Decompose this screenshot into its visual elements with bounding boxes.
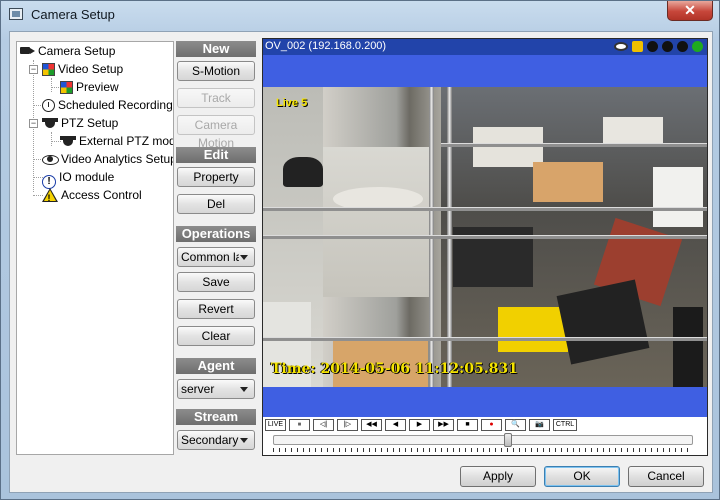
live-button[interactable]: LIVE xyxy=(265,419,286,431)
tree-line xyxy=(51,132,52,146)
tree-item-ptz-setup[interactable]: PTZ Setup xyxy=(42,114,118,132)
status-dot-3 xyxy=(676,41,688,52)
playback-controls: LIVE ⏸ ◁| |▷ ◀◀ ◀ ▶ ▶▶ ■ ● 🔍 📷 CTRL xyxy=(263,417,707,455)
step-forward-icon[interactable]: |▷ xyxy=(337,419,358,431)
box-shape xyxy=(653,167,703,227)
shelf-bar xyxy=(263,337,707,341)
tree-expander-ptz-setup[interactable]: − xyxy=(29,119,38,128)
tree-item-video-setup[interactable]: Video Setup xyxy=(42,60,123,78)
clock-icon xyxy=(42,99,55,112)
stream-dropdown[interactable]: Secondary xyxy=(177,430,255,450)
s-motion-button[interactable]: S-Motion xyxy=(177,61,255,81)
shelf-bar xyxy=(263,235,707,239)
box-shape xyxy=(473,127,543,167)
status-dot-online xyxy=(692,41,703,52)
camera-feed-image xyxy=(263,87,707,387)
chevron-down-icon xyxy=(240,438,248,443)
camera-setup-window: Camera Setup ✕ − − Camera Setup Video Se… xyxy=(0,0,720,500)
apply-button[interactable]: Apply xyxy=(460,466,536,487)
shelf-bar xyxy=(441,143,707,147)
chevron-down-icon xyxy=(240,387,248,392)
action-panel: New S-Motion Track Camera Motion Edit Pr… xyxy=(176,41,258,455)
close-button[interactable]: ✕ xyxy=(667,1,713,21)
dome-camera-shape xyxy=(283,157,323,187)
tree-item-io-module[interactable]: ! IO module xyxy=(42,168,114,189)
ptz-camera-icon xyxy=(60,134,76,148)
ok-button[interactable]: OK xyxy=(544,466,620,487)
cardboard-box-shape xyxy=(533,162,603,202)
tree-item-scheduled-recording[interactable]: Scheduled Recording xyxy=(42,96,173,114)
camera-name: OV_002 (192.168.0.200) xyxy=(265,40,387,52)
layout-dropdown[interactable]: Common lay xyxy=(177,247,255,267)
ctrl-button[interactable]: CTRL xyxy=(553,419,577,431)
status-dot-2 xyxy=(661,41,673,52)
status-dot-1 xyxy=(646,41,658,52)
timestamp-overlay-text: Time: 2014-05-06 11:12:05.831 xyxy=(271,361,518,377)
preview-icon xyxy=(60,81,73,94)
camera-motion-button[interactable]: Camera Motion xyxy=(177,115,255,150)
slider-ticks xyxy=(273,448,693,452)
pause-icon[interactable]: ⏸ xyxy=(289,419,310,431)
speaker-muted-icon[interactable] xyxy=(631,41,643,52)
box-shape xyxy=(673,307,703,387)
snapshot-icon[interactable]: 📷 xyxy=(529,419,550,431)
layout-dropdown-value: Common lay xyxy=(181,250,239,264)
save-button[interactable]: Save xyxy=(177,272,255,292)
agent-dropdown[interactable]: server xyxy=(177,379,255,399)
record-icon[interactable]: ● xyxy=(481,419,502,431)
revert-button[interactable]: Revert xyxy=(177,299,255,319)
eye-icon xyxy=(42,152,59,166)
yellow-box-shape xyxy=(498,307,568,352)
live-overlay-text: Live 5 xyxy=(276,97,308,109)
wall-shape xyxy=(323,147,431,297)
tree-line xyxy=(51,78,52,92)
video-bottom-band xyxy=(263,387,707,417)
search-icon[interactable]: 🔍 xyxy=(505,419,526,431)
eye-icon xyxy=(613,42,628,51)
window-icon xyxy=(9,8,23,20)
title-bar[interactable]: Camera Setup ✕ xyxy=(1,1,719,29)
tree-expander-video-setup[interactable]: − xyxy=(29,65,38,74)
video-title-bar: OV_002 (192.168.0.200) xyxy=(263,39,707,55)
window-title: Camera Setup xyxy=(31,7,115,22)
cancel-button[interactable]: Cancel xyxy=(628,466,704,487)
stop-icon[interactable]: ■ xyxy=(457,419,478,431)
playback-slider-track[interactable] xyxy=(273,435,693,445)
track-button[interactable]: Track xyxy=(177,88,255,108)
clear-button[interactable]: Clear xyxy=(177,326,255,346)
chevron-down-icon xyxy=(240,255,248,260)
tree-item-video-analytics[interactable]: Video Analytics Setup xyxy=(42,150,173,168)
stream-dropdown-value: Secondary xyxy=(181,433,239,447)
dialog-client-area: − − Camera Setup Video Setup Preview Sch… xyxy=(9,31,713,493)
video-top-band xyxy=(263,55,707,87)
shelf-bar xyxy=(263,207,707,211)
del-button[interactable]: Del xyxy=(177,194,255,214)
operations-group-header: Operations xyxy=(176,226,256,242)
play-icon[interactable]: ▶ xyxy=(409,419,430,431)
warning-icon xyxy=(42,188,58,202)
fast-forward-icon[interactable]: ▶▶ xyxy=(433,419,454,431)
agent-dropdown-value: server xyxy=(181,382,215,396)
property-button[interactable]: Property xyxy=(177,167,255,187)
video-setup-icon xyxy=(42,63,55,76)
setup-tree[interactable]: − − Camera Setup Video Setup Preview Sch… xyxy=(16,41,174,455)
tree-item-preview[interactable]: Preview xyxy=(60,78,119,96)
tree-item-access-control[interactable]: Access Control xyxy=(42,186,142,204)
agent-group-header: Agent xyxy=(176,358,256,374)
status-indicators xyxy=(613,41,703,53)
edit-group-header: Edit xyxy=(176,147,256,163)
tree-item-external-ptz[interactable]: External PTZ mod xyxy=(60,132,173,150)
stream-group-header: Stream xyxy=(176,409,256,425)
step-back-icon[interactable]: ◁| xyxy=(313,419,334,431)
playback-slider-thumb[interactable] xyxy=(504,433,513,447)
previous-icon[interactable]: ◀ xyxy=(385,419,406,431)
rewind-icon[interactable]: ◀◀ xyxy=(361,419,382,431)
video-view[interactable]: OV_002 (192.168.0.200) Live 5 Time: 2014… xyxy=(262,38,708,456)
new-group-header: New xyxy=(176,41,256,57)
camera-icon xyxy=(19,44,35,58)
tree-item-camera-setup[interactable]: Camera Setup xyxy=(19,42,115,60)
ptz-camera-icon xyxy=(42,116,58,130)
